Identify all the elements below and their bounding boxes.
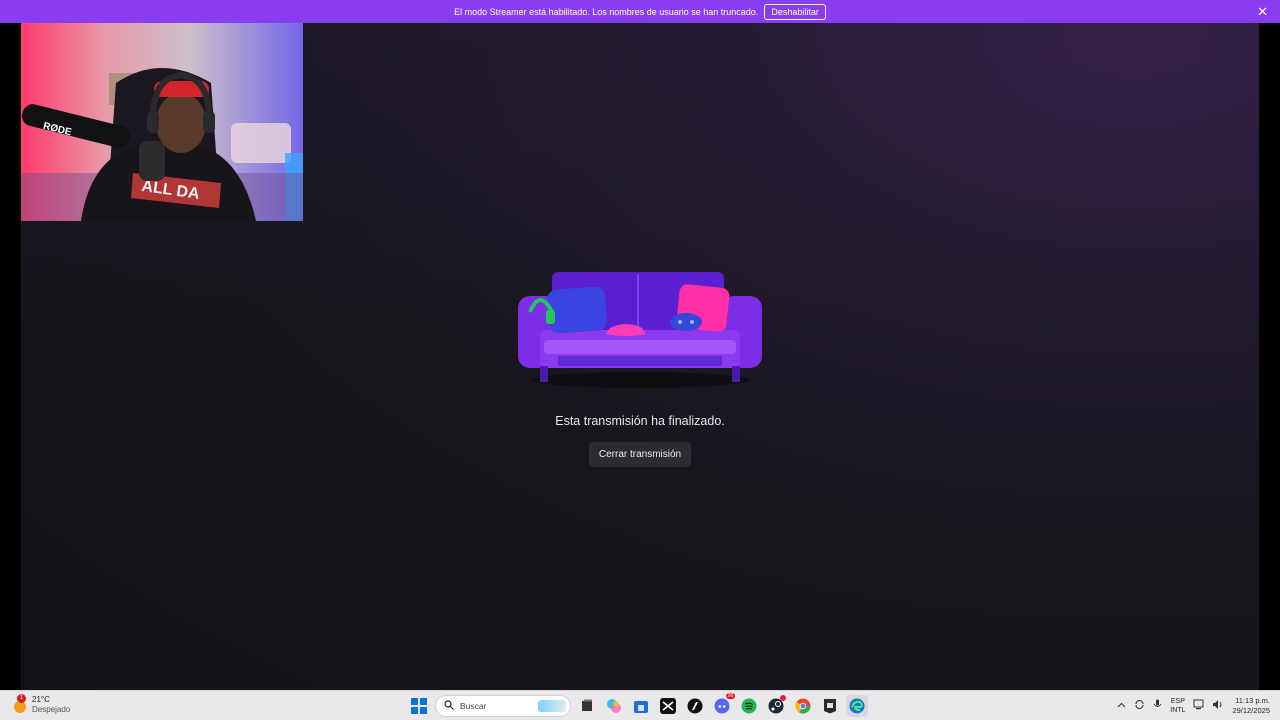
search-highlight-icon <box>538 700 566 712</box>
steam-icon[interactable] <box>765 695 787 717</box>
microphone-icon[interactable] <box>1153 697 1162 715</box>
onedrive-sync-icon[interactable] <box>1134 697 1145 715</box>
keyboard-layout: INTL <box>1170 707 1186 714</box>
streamer-mode-banner: El modo Streamer está habilitado. Los no… <box>0 0 1280 23</box>
chrome-icon[interactable] <box>792 695 814 717</box>
search-icon <box>444 700 454 712</box>
weather-widget[interactable]: 1 21°C Despejado <box>12 694 71 715</box>
weather-temp: 21°C <box>32 695 50 704</box>
discord-badge: 26 <box>725 693 735 699</box>
weather-description: Despejado <box>32 705 71 714</box>
webcam-image: ALL DA RØDE <box>21 23 303 221</box>
clock-time: 11:13 p.m. <box>1235 696 1270 705</box>
task-view-icon[interactable] <box>576 695 598 717</box>
banner-message: El modo Streamer está habilitado. Los no… <box>454 6 759 17</box>
taskbar: 1 21°C Despejado Buscar 26 ESP INTL 11:1… <box>0 690 1280 720</box>
network-icon[interactable] <box>1193 697 1204 715</box>
close-stream-button[interactable]: Cerrar transmisión <box>588 442 692 467</box>
input-language[interactable]: ESP INTL <box>1170 697 1185 715</box>
chevron-up-icon[interactable] <box>1117 697 1126 715</box>
clock-date: 29/12/2025 <box>1232 706 1270 715</box>
capcut-icon[interactable] <box>657 695 679 717</box>
app-icon-round[interactable] <box>684 695 706 717</box>
search-box[interactable]: Buscar <box>435 695 571 717</box>
stream-viewer: ALL DA RØDE Esta transmisión ha finaliza… <box>21 23 1259 690</box>
couch-illustration <box>518 272 762 388</box>
disable-streamer-mode-button[interactable]: Deshabilitar <box>764 3 826 20</box>
store-icon[interactable] <box>630 695 652 717</box>
weather-icon: 1 <box>12 694 28 713</box>
weather-alert-badge: 1 <box>17 694 26 703</box>
webcam-overlay: ALL DA RØDE <box>21 23 303 221</box>
epic-games-icon[interactable] <box>819 695 841 717</box>
discord-icon[interactable]: 26 <box>711 693 735 717</box>
start-button-icon[interactable] <box>408 695 430 717</box>
edge-icon[interactable] <box>846 695 868 717</box>
clock[interactable]: 11:13 p.m. 29/12/2025 <box>1232 696 1270 716</box>
taskbar-apps: Buscar 26 <box>408 693 868 718</box>
spotify-icon[interactable] <box>738 695 760 717</box>
search-placeholder: Buscar <box>460 701 487 711</box>
system-tray: ESP INTL 11:13 p.m. 29/12/2025 <box>1117 695 1270 717</box>
stream-ended-message: Esta transmisión ha finalizado. <box>555 414 725 428</box>
close-icon[interactable]: ✕ <box>1257 4 1268 20</box>
steam-notification-dot <box>780 695 786 701</box>
volume-icon[interactable] <box>1212 697 1224 715</box>
language-code: ESP <box>1170 698 1185 705</box>
stream-ended-panel: Esta transmisión ha finalizado. Cerrar t… <box>21 268 1259 467</box>
copilot-icon[interactable] <box>603 695 625 717</box>
